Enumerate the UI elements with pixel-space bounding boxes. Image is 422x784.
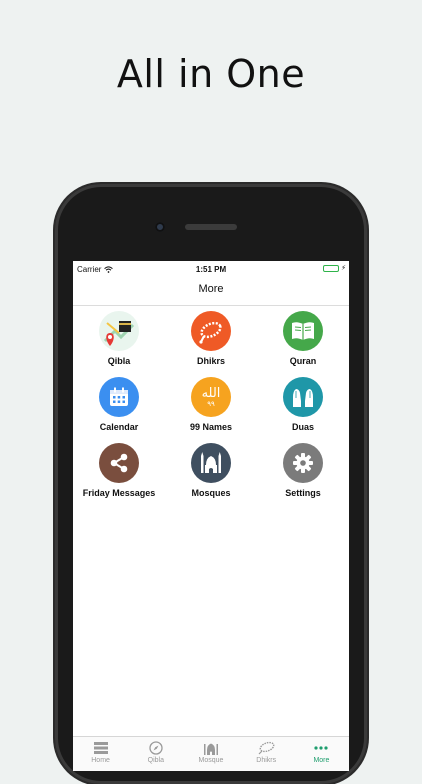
menu-item-label: Mosques (191, 488, 231, 498)
speaker (185, 224, 237, 230)
menu-grid: Qibla Dhikrs Quran Calendar الله ٩٩ 99 N… (73, 311, 349, 501)
tab-label: Qibla (147, 757, 164, 764)
nav-bar: More (73, 277, 349, 306)
gear-icon (283, 443, 323, 483)
page-title: More (198, 283, 224, 295)
menu-item-quran[interactable]: Quran (257, 311, 349, 369)
mosque-icon (204, 743, 218, 755)
kaaba-map-icon (99, 311, 139, 351)
menu-item-duas[interactable]: Duas (257, 377, 349, 435)
mosque-icon (191, 443, 231, 483)
tab-dhikrs[interactable]: Dhikrs (239, 737, 294, 771)
prayer-beads-icon (258, 741, 275, 755)
tab-bar: Home Qibla Mosque Dhikrs More (73, 736, 349, 771)
more-dots-icon (314, 746, 329, 750)
home-icon (93, 742, 108, 754)
tab-mosque[interactable]: Mosque (183, 737, 238, 771)
headline: All in One (116, 52, 306, 96)
tab-label: Home (91, 757, 110, 764)
phone-frame: Carrier 1:51 PM ⚡ More Qibla Dhikrs Qura… (55, 184, 367, 784)
battery-icon (323, 265, 339, 272)
share-icon (99, 443, 139, 483)
camera (155, 222, 165, 232)
icon-calligraphy-text: الله (201, 385, 221, 401)
icon-calligraphy-subtext: ٩٩ (207, 399, 215, 408)
menu-item-qibla[interactable]: Qibla (73, 311, 165, 369)
tab-label: Dhikrs (256, 757, 277, 764)
menu-item-calendar[interactable]: Calendar (73, 377, 165, 435)
menu-item-dhikrs[interactable]: Dhikrs (165, 311, 257, 369)
tab-label: More (313, 757, 330, 764)
menu-item-label: Quran (289, 356, 317, 366)
menu-item-mosques[interactable]: Mosques (165, 443, 257, 501)
tab-label: Mosque (198, 757, 224, 764)
charging-icon: ⚡ (341, 265, 346, 272)
calendar-icon (99, 377, 139, 417)
clock: 1:51 PM (195, 265, 227, 274)
tab-qibla[interactable]: Qibla (128, 737, 183, 771)
compass-icon (149, 741, 163, 755)
menu-item-label: 99 Names (189, 422, 233, 432)
menu-item-friday-messages[interactable]: Friday Messages (73, 443, 165, 501)
prayer-beads-icon (191, 311, 231, 351)
menu-item-label: Dhikrs (196, 356, 225, 366)
screen: Carrier 1:51 PM ⚡ More Qibla Dhikrs Qura… (73, 261, 349, 771)
status-bar: Carrier 1:51 PM ⚡ (73, 261, 349, 277)
menu-item-99-names[interactable]: الله ٩٩ 99 Names (165, 377, 257, 435)
book-icon (283, 311, 323, 351)
allah-calligraphy-icon: الله ٩٩ (191, 377, 231, 417)
menu-item-label: Qibla (107, 356, 131, 366)
menu-item-label: Friday Messages (82, 488, 156, 498)
menu-item-label: Settings (285, 488, 321, 498)
menu-item-settings[interactable]: Settings (257, 443, 349, 501)
praying-hands-icon (283, 377, 323, 417)
menu-item-label: Calendar (99, 422, 139, 432)
menu-item-label: Duas (291, 422, 314, 432)
tab-home[interactable]: Home (73, 737, 128, 771)
tab-more[interactable]: More (294, 737, 349, 771)
